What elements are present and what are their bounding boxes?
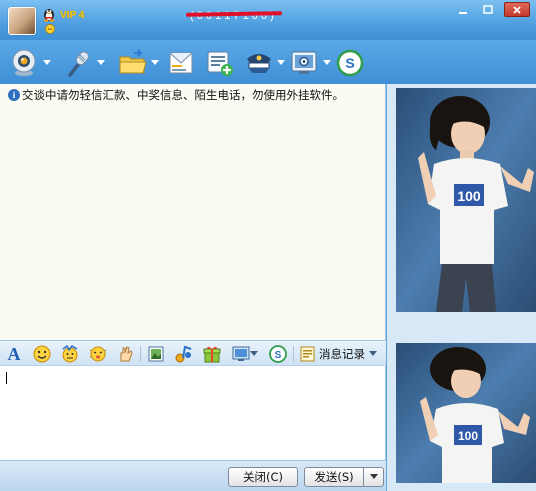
- svg-text:100: 100: [458, 429, 478, 443]
- title-bar: VIP 4 ( 0 0 1 1 7 1 0 0 ): [0, 0, 536, 40]
- monitor-settings-icon: [291, 51, 317, 74]
- hand-icon: [120, 346, 133, 362]
- minimize-icon: [459, 11, 467, 14]
- voice-call-button[interactable]: [64, 48, 105, 78]
- minimize-button[interactable]: [452, 2, 474, 17]
- chevron-down-icon[interactable]: [43, 60, 51, 66]
- picture-icon: [148, 346, 164, 362]
- microphone-icon: [68, 51, 89, 77]
- gift-button[interactable]: [202, 344, 222, 364]
- video-call-button[interactable]: [10, 48, 51, 78]
- toolbar-separator: [140, 346, 141, 362]
- emoticon-button[interactable]: [32, 344, 52, 364]
- security-notice: i 交谈中请勿轻信汇款、中奖信息、陌生电话，勿使用外挂软件。: [8, 87, 344, 103]
- image-button[interactable]: [230, 344, 260, 364]
- chat-history-area[interactable]: i 交谈中请勿轻信汇款、中奖信息、陌生电话，勿使用外挂软件。: [0, 84, 386, 340]
- webcam-icon: [12, 49, 36, 76]
- text-caret: [6, 372, 7, 384]
- show-panel: 100 100: [387, 84, 536, 491]
- maximize-button[interactable]: [477, 2, 499, 17]
- message-history-button[interactable]: 消息记录: [300, 344, 377, 364]
- my-photo-image: 100: [396, 343, 536, 483]
- svg-text:100: 100: [457, 188, 481, 204]
- chevron-down-icon[interactable]: [369, 351, 377, 357]
- close-window-button[interactable]: [504, 2, 530, 17]
- chevron-down-icon[interactable]: [277, 60, 285, 66]
- settings-button[interactable]: [290, 48, 331, 78]
- screen-capture-icon: [232, 346, 250, 361]
- message-history-label: 消息记录: [319, 347, 365, 361]
- shake-button[interactable]: [88, 344, 108, 364]
- chevron-down-icon[interactable]: [151, 60, 159, 66]
- send-sms-button[interactable]: [168, 48, 194, 78]
- soso-input-button[interactable]: S: [268, 344, 288, 364]
- font-button[interactable]: A: [4, 344, 24, 364]
- history-icon: [300, 346, 315, 362]
- close-icon: [513, 5, 521, 14]
- magic-emoticon-button[interactable]: [60, 344, 80, 364]
- crown-icon: [45, 24, 55, 34]
- svg-text:S: S: [345, 55, 354, 71]
- contact-photo[interactable]: 100: [396, 88, 536, 312]
- qq-penguin-icon: [43, 9, 55, 22]
- soso-small-icon: S: [269, 345, 287, 363]
- send-file-button[interactable]: [118, 48, 159, 78]
- toolbar-separator: [293, 346, 294, 362]
- close-button[interactable]: 关闭(C): [228, 467, 298, 487]
- screenshot-button[interactable]: [146, 344, 166, 364]
- main-toolbar: S: [0, 40, 536, 84]
- soso-icon: S: [336, 49, 364, 77]
- chevron-down-icon[interactable]: [250, 351, 258, 357]
- gift-icon: [203, 346, 221, 363]
- chevron-down-icon[interactable]: [97, 60, 105, 66]
- my-photo[interactable]: 100: [396, 343, 536, 483]
- svg-text:S: S: [275, 350, 282, 361]
- smiley-icon: [33, 345, 51, 363]
- chevron-down-icon[interactable]: [323, 60, 331, 66]
- music-icon: [175, 345, 192, 363]
- vip-badge: VIP 4: [60, 10, 85, 21]
- message-input[interactable]: [0, 366, 386, 460]
- music-button[interactable]: [174, 344, 194, 364]
- maximize-icon: [483, 4, 493, 14]
- magic-face-icon: [62, 345, 78, 363]
- contact-photo-image: 100: [396, 88, 536, 312]
- bottom-bar: 关闭(C) 发送(S): [0, 460, 386, 491]
- info-icon: i: [8, 89, 20, 101]
- security-notice-text: 交谈中请勿轻信汇款、中奖信息、陌生电话，勿使用外挂软件。: [22, 88, 344, 102]
- shake-face-icon: [89, 346, 107, 362]
- font-icon: A: [7, 343, 21, 364]
- discussion-icon: [207, 51, 233, 76]
- police-cap-icon: [247, 54, 271, 73]
- input-toolbar: A S 消息记录: [0, 340, 386, 366]
- soso-button[interactable]: S: [336, 48, 364, 78]
- create-discussion-button[interactable]: [206, 48, 234, 78]
- send-options-dropdown[interactable]: [364, 467, 384, 487]
- hand-write-button[interactable]: [116, 344, 136, 364]
- application-button[interactable]: [244, 48, 285, 78]
- send-button[interactable]: 发送(S): [304, 467, 364, 487]
- contact-avatar[interactable]: [8, 7, 36, 35]
- folder-icon: [119, 49, 147, 74]
- message-icon: [169, 52, 193, 74]
- chevron-down-icon: [369, 474, 378, 479]
